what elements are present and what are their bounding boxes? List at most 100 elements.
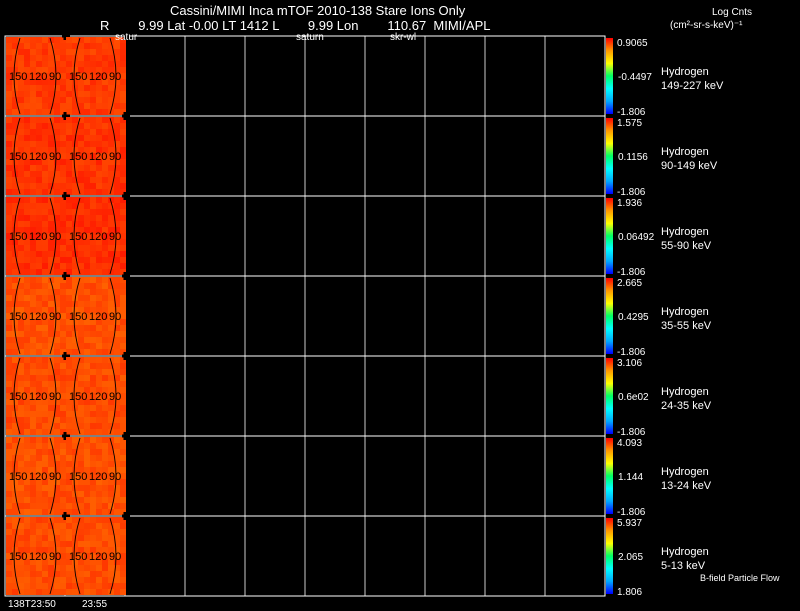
heat-cell (42, 289, 48, 295)
heat-cell (90, 209, 96, 215)
heat-cell (90, 61, 96, 67)
heat-cell (66, 497, 72, 503)
heat-cell (42, 583, 48, 589)
heat-cell (18, 343, 24, 349)
heat-cell (72, 109, 78, 115)
heat-cell (30, 37, 36, 43)
heat-cell (48, 141, 54, 147)
ena-image-tile: 150 120 90 (66, 512, 130, 595)
heat-cell (30, 343, 36, 349)
heat-cell (102, 123, 108, 129)
heat-cell (96, 369, 102, 375)
heat-cell (96, 141, 102, 147)
contour-label: 90 (109, 551, 121, 563)
heat-cell (120, 411, 126, 417)
heat-cell (90, 589, 96, 595)
heat-cell (6, 369, 12, 375)
heat-cell (96, 529, 102, 535)
heat-cell (24, 117, 30, 123)
contour-label: 120 (29, 311, 47, 323)
heat-cell (36, 491, 42, 497)
heat-cell (90, 183, 96, 189)
heat-cell (90, 325, 96, 331)
heat-cell (90, 91, 96, 97)
heat-cell (120, 577, 126, 583)
heat-cell (36, 177, 42, 183)
heat-cell (30, 497, 36, 503)
heat-cell (18, 91, 24, 97)
heat-cell (102, 535, 108, 541)
heat-cell (30, 257, 36, 263)
heat-cell (24, 381, 30, 387)
heat-cell (24, 91, 30, 97)
contour-label: 90 (49, 151, 61, 163)
heat-cell (30, 43, 36, 49)
heat-cell (96, 85, 102, 91)
heat-cell (42, 349, 48, 355)
heat-cell (78, 55, 84, 61)
heat-cell (90, 103, 96, 109)
heat-cell (84, 103, 90, 109)
heat-cell (6, 269, 12, 275)
heat-cell (18, 571, 24, 577)
heat-cell (30, 337, 36, 343)
heat-cell (18, 55, 24, 61)
heat-cell (66, 485, 72, 491)
heat-cell (30, 245, 36, 251)
bfield-legend: B-field Particle Flow (700, 573, 780, 583)
heat-cell (84, 135, 90, 141)
colorbar-gradient (606, 38, 613, 114)
heat-cell (36, 209, 42, 215)
heat-cell (42, 565, 48, 571)
heat-cell (84, 165, 90, 171)
heat-cell (72, 269, 78, 275)
heat-cell (36, 203, 42, 209)
heat-cell (42, 91, 48, 97)
heat-cell (84, 43, 90, 49)
heat-cell (48, 381, 54, 387)
heat-cell (36, 123, 42, 129)
heat-cell (102, 331, 108, 337)
heat-cell (6, 523, 12, 529)
heat-cell (42, 277, 48, 283)
heat-cell (30, 503, 36, 509)
heat-cell (18, 417, 24, 423)
heat-cell (12, 189, 18, 195)
heat-cell (30, 509, 36, 515)
heat-cell (6, 337, 12, 343)
heat-cell (96, 177, 102, 183)
heat-cell (36, 135, 42, 141)
heat-cell (78, 577, 84, 583)
heat-cell (24, 189, 30, 195)
heat-cell (102, 183, 108, 189)
heat-cell (102, 129, 108, 135)
heat-cell (96, 461, 102, 467)
heat-cell (108, 221, 114, 227)
heat-cell (84, 325, 90, 331)
heat-cell (60, 523, 66, 529)
heat-cell (18, 301, 24, 307)
heat-cell (66, 523, 72, 529)
ena-image-tile: 150 120 90 (66, 192, 130, 275)
heat-cell (96, 589, 102, 595)
heat-cell (84, 269, 90, 275)
heat-cell (60, 245, 66, 251)
heat-cell (60, 461, 66, 467)
heat-cell (24, 343, 30, 349)
species-label: Hydrogen (661, 146, 709, 158)
heat-cell (42, 283, 48, 289)
heat-cell (84, 189, 90, 195)
heat-cell (42, 331, 48, 337)
contour-label: 150 (9, 71, 27, 83)
heat-cell (30, 369, 36, 375)
heat-cell (114, 209, 120, 215)
heat-cell (24, 183, 30, 189)
heat-cell (18, 381, 24, 387)
heat-cell (60, 577, 66, 583)
heat-cell (84, 183, 90, 189)
heat-cell (36, 49, 42, 55)
heat-cell (60, 123, 66, 129)
heat-cell (114, 197, 120, 203)
heat-cell (42, 423, 48, 429)
heat-cell (114, 183, 120, 189)
